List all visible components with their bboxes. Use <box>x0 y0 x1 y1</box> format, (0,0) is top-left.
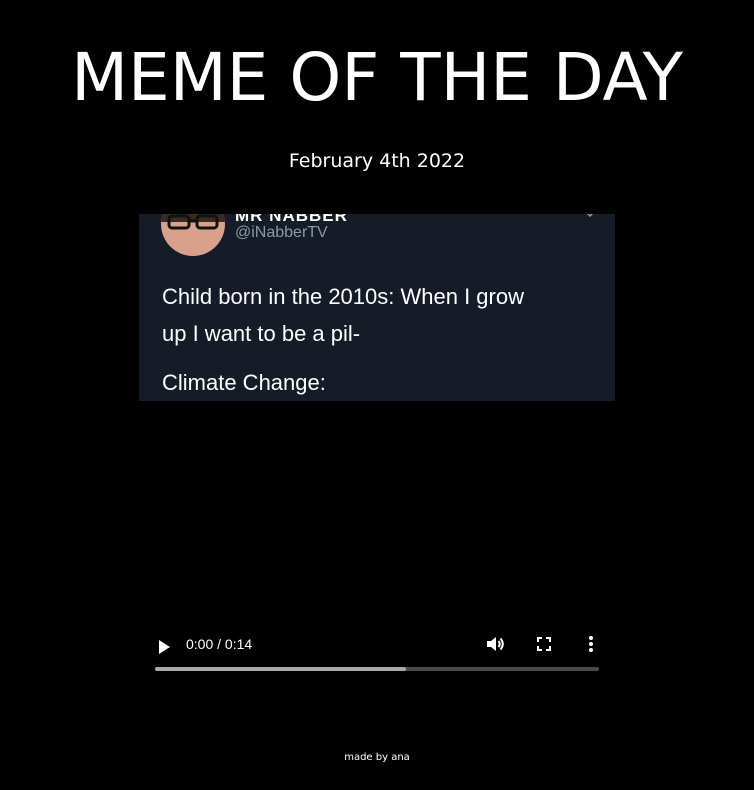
tweet-text-line: Climate Change: <box>162 370 326 395</box>
progress-bar[interactable] <box>155 667 599 671</box>
volume-icon[interactable] <box>485 634 505 654</box>
progress-buffered <box>155 667 406 671</box>
video-player[interactable]: MR NABBER @iNabberTV Child born in the 2… <box>139 214 615 688</box>
page-title: MEME OF THE DAY <box>71 39 683 116</box>
tweet-author-handle: @iNabberTV <box>235 224 328 241</box>
fullscreen-icon[interactable] <box>535 635 553 653</box>
glasses-icon <box>167 214 219 230</box>
play-icon[interactable] <box>156 638 172 656</box>
tweet-text-line: Child born in the 2010s: When I grow <box>162 284 524 309</box>
tweet-avatar <box>161 214 225 256</box>
tweet-text-line: up I want to be a pil- <box>162 321 361 346</box>
page-date: February 4th 2022 <box>288 150 466 172</box>
video-controls: 0:00 / 0:14 <box>139 624 615 688</box>
chevron-down-icon <box>585 214 595 218</box>
video-frame-tweet: MR NABBER @iNabberTV Child born in the 2… <box>139 214 615 401</box>
more-vertical-icon[interactable] <box>583 634 599 654</box>
footer-credit: made by ana <box>344 752 410 763</box>
time-display: 0:00 / 0:14 <box>186 636 253 652</box>
